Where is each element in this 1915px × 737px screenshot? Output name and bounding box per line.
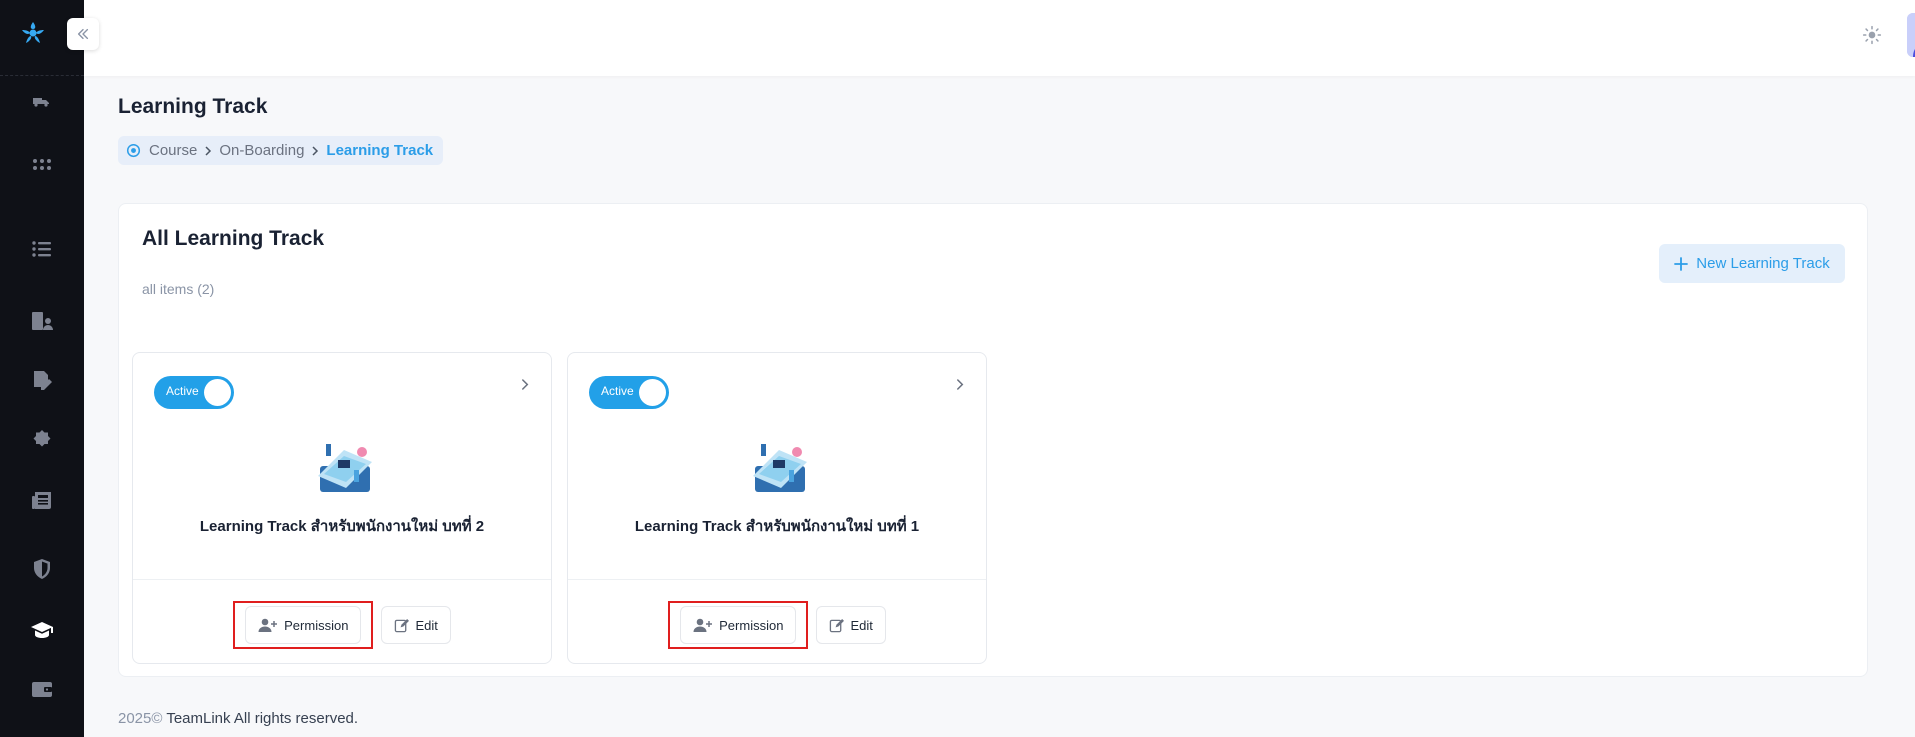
breadcrumb-current: Learning Track bbox=[326, 142, 434, 159]
sidebar-collapse-button[interactable] bbox=[67, 18, 99, 50]
breadcrumb-onboarding[interactable]: On-Boarding bbox=[219, 142, 304, 159]
breadcrumb-course[interactable]: Course bbox=[149, 142, 197, 159]
sidebar bbox=[0, 0, 84, 737]
permission-label: Permission bbox=[719, 617, 784, 633]
section-title: All Learning Track bbox=[142, 227, 325, 250]
permission-label: Permission bbox=[284, 617, 349, 633]
card-actions: Permission Edit bbox=[568, 601, 986, 649]
edit-label: Edit bbox=[850, 617, 873, 633]
newspaper-icon[interactable] bbox=[27, 485, 57, 515]
track-title: Learning Track สำหรับพนักงานใหม่ บทที่ 2 bbox=[199, 518, 485, 535]
permission-button[interactable]: Permission bbox=[680, 606, 797, 644]
chevron-right-icon bbox=[310, 145, 320, 156]
sidebar-divider bbox=[0, 75, 84, 76]
chevron-right-icon bbox=[203, 145, 213, 156]
shield-icon[interactable] bbox=[27, 554, 57, 584]
badge-icon[interactable] bbox=[27, 425, 57, 455]
edit-label: Edit bbox=[415, 617, 438, 633]
list-icon[interactable] bbox=[27, 234, 57, 264]
plus-icon bbox=[1674, 256, 1689, 271]
teamlink-logo[interactable] bbox=[20, 20, 46, 46]
card-divider bbox=[133, 579, 551, 580]
edit-button[interactable]: Edit bbox=[381, 606, 451, 644]
toggle-knob bbox=[639, 379, 666, 406]
new-learning-track-label: New Learning Track bbox=[1696, 255, 1830, 272]
permission-highlight: Permission bbox=[668, 601, 809, 649]
permission-button[interactable]: Permission bbox=[245, 606, 362, 644]
page-title: Learning Track bbox=[118, 95, 268, 118]
active-toggle[interactable]: Active bbox=[589, 376, 669, 409]
new-learning-track-button[interactable]: New Learning Track bbox=[1659, 244, 1845, 283]
signature-icon[interactable] bbox=[27, 366, 57, 396]
user-plus-icon bbox=[258, 618, 278, 632]
chevron-right-icon[interactable] bbox=[517, 376, 533, 392]
track-card: Active Learning Track สำหรับพนักงานใหม่ … bbox=[132, 352, 552, 664]
footer-year: 2025© bbox=[118, 710, 163, 727]
footer: 2025© TeamLink All rights reserved. bbox=[118, 710, 358, 727]
footer-text: TeamLink All rights reserved. bbox=[162, 710, 359, 727]
chevron-right-icon[interactable] bbox=[952, 376, 968, 392]
truck-icon[interactable] bbox=[27, 86, 57, 116]
track-card: Active Learning Track สำหรับพนักงานใหม่ … bbox=[567, 352, 987, 664]
target-icon bbox=[126, 143, 141, 158]
card-actions: Permission Edit bbox=[133, 601, 551, 649]
graduation-cap-icon[interactable] bbox=[27, 615, 57, 645]
toggle-label: Active bbox=[166, 384, 199, 398]
card-divider bbox=[568, 579, 986, 580]
learning-track-panel: All Learning Track all items (2) New Lea… bbox=[118, 203, 1868, 677]
user-avatar[interactable] bbox=[1907, 13, 1915, 57]
double-chevron-left-icon bbox=[77, 28, 89, 40]
toggle-knob bbox=[204, 379, 231, 406]
active-toggle[interactable]: Active bbox=[154, 376, 234, 409]
permission-highlight: Permission bbox=[233, 601, 374, 649]
edit-button[interactable]: Edit bbox=[816, 606, 886, 644]
building-user-icon[interactable] bbox=[27, 306, 57, 336]
track-title: Learning Track สำหรับพนักงานใหม่ บทที่ 1 bbox=[634, 518, 920, 535]
track-thumbnail bbox=[749, 436, 811, 494]
track-thumbnail bbox=[314, 436, 376, 494]
wallet-icon[interactable] bbox=[27, 674, 57, 704]
item-count: all items (2) bbox=[142, 281, 215, 297]
edit-icon bbox=[830, 618, 845, 632]
toggle-label: Active bbox=[601, 384, 634, 398]
grid-icon[interactable] bbox=[27, 150, 57, 180]
topbar bbox=[84, 0, 1915, 76]
edit-icon bbox=[395, 618, 410, 632]
breadcrumb: Course On-Boarding Learning Track bbox=[118, 136, 444, 165]
user-plus-icon bbox=[693, 618, 713, 632]
sun-icon[interactable] bbox=[1861, 24, 1883, 46]
